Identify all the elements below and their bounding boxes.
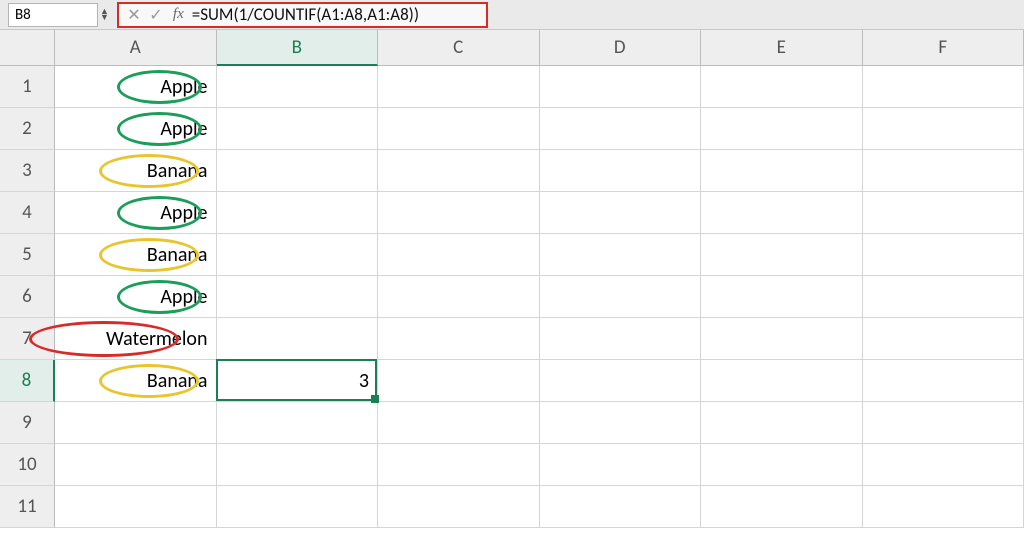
cell-D10[interactable] xyxy=(540,444,702,486)
cell-F2[interactable] xyxy=(863,108,1024,150)
cell-B9[interactable] xyxy=(217,402,379,444)
cell-C4[interactable] xyxy=(378,192,540,234)
cell-D6[interactable] xyxy=(540,276,702,318)
cell-E2[interactable] xyxy=(701,108,863,150)
cell-C9[interactable] xyxy=(378,402,540,444)
cell-E11[interactable] xyxy=(701,486,863,528)
cell-B2[interactable] xyxy=(217,108,379,150)
cell-E3[interactable] xyxy=(701,150,863,192)
cell-F11[interactable] xyxy=(863,486,1024,528)
cell-C10[interactable] xyxy=(378,444,540,486)
fx-icon[interactable]: fx xyxy=(173,6,184,23)
row-header-4[interactable]: 4 xyxy=(0,192,55,234)
cell-E7[interactable] xyxy=(701,318,863,360)
cell-A11[interactable] xyxy=(55,486,217,528)
cell-A6[interactable]: Apple xyxy=(55,276,217,318)
spinner-down-icon[interactable]: ▼ xyxy=(100,15,109,21)
cell-E8[interactable] xyxy=(701,360,863,402)
row-header-6[interactable]: 6 xyxy=(0,276,55,318)
row-header-3[interactable]: 3 xyxy=(0,150,55,192)
row-header-9[interactable]: 9 xyxy=(0,402,55,444)
cell-C6[interactable] xyxy=(378,276,540,318)
formula-bar-highlight: ✕ ✓ fx xyxy=(117,2,488,28)
cell-B1[interactable] xyxy=(217,66,379,108)
cell-D1[interactable] xyxy=(540,66,702,108)
name-box-spinner[interactable]: ▲ ▼ xyxy=(100,9,109,21)
row-header-1[interactable]: 1 xyxy=(0,66,55,108)
name-box-value: B8 xyxy=(15,6,91,24)
cancel-formula-icon[interactable]: ✕ xyxy=(123,5,145,25)
cell-E4[interactable] xyxy=(701,192,863,234)
row-header-7[interactable]: 7 xyxy=(0,318,55,360)
cell-B6[interactable] xyxy=(217,276,379,318)
cell-C2[interactable] xyxy=(378,108,540,150)
cell-A4[interactable]: Apple xyxy=(55,192,217,234)
cell-A1[interactable]: Apple xyxy=(55,66,217,108)
cell-D3[interactable] xyxy=(540,150,702,192)
cell-B8[interactable]: 3 xyxy=(217,360,379,402)
spreadsheet-grid[interactable]: ABCDEF1Apple2Apple3Banana4Apple5Banana6A… xyxy=(0,30,1024,528)
cell-F3[interactable] xyxy=(863,150,1024,192)
cell-A7[interactable]: Watermelon xyxy=(55,318,217,360)
cell-A5[interactable]: Banana xyxy=(55,234,217,276)
cell-C5[interactable] xyxy=(378,234,540,276)
cell-D11[interactable] xyxy=(540,486,702,528)
cell-B7[interactable] xyxy=(217,318,379,360)
cell-D4[interactable] xyxy=(540,192,702,234)
cell-E5[interactable] xyxy=(701,234,863,276)
cell-D9[interactable] xyxy=(540,402,702,444)
select-all-corner[interactable] xyxy=(0,30,55,66)
column-header-E[interactable]: E xyxy=(701,30,863,66)
cell-B3[interactable] xyxy=(217,150,379,192)
cell-C1[interactable] xyxy=(378,66,540,108)
row-header-11[interactable]: 11 xyxy=(0,486,55,528)
formula-bar: B8 ▲ ▼ ✕ ✓ fx xyxy=(0,0,1024,30)
cell-E6[interactable] xyxy=(701,276,863,318)
column-header-A[interactable]: A xyxy=(55,30,217,66)
cell-A9[interactable] xyxy=(55,402,217,444)
cell-C8[interactable] xyxy=(378,360,540,402)
column-header-F[interactable]: F xyxy=(863,30,1024,66)
cell-F8[interactable] xyxy=(863,360,1024,402)
cell-C7[interactable] xyxy=(378,318,540,360)
cell-E1[interactable] xyxy=(701,66,863,108)
column-header-C[interactable]: C xyxy=(378,30,540,66)
enter-formula-icon[interactable]: ✓ xyxy=(145,5,167,25)
cell-A3[interactable]: Banana xyxy=(55,150,217,192)
row-header-5[interactable]: 5 xyxy=(0,234,55,276)
column-header-D[interactable]: D xyxy=(540,30,702,66)
cell-C11[interactable] xyxy=(378,486,540,528)
cell-F4[interactable] xyxy=(863,192,1024,234)
formula-input[interactable] xyxy=(190,3,480,26)
cell-D5[interactable] xyxy=(540,234,702,276)
cell-B5[interactable] xyxy=(217,234,379,276)
row-header-2[interactable]: 2 xyxy=(0,108,55,150)
cell-B4[interactable] xyxy=(217,192,379,234)
cell-D8[interactable] xyxy=(540,360,702,402)
cell-B10[interactable] xyxy=(217,444,379,486)
name-box[interactable]: B8 xyxy=(8,3,98,27)
cell-F1[interactable] xyxy=(863,66,1024,108)
cell-F6[interactable] xyxy=(863,276,1024,318)
cell-D7[interactable] xyxy=(540,318,702,360)
cell-A8[interactable]: Banana xyxy=(55,360,217,402)
column-header-B[interactable]: B xyxy=(217,30,379,66)
cell-E10[interactable] xyxy=(701,444,863,486)
cell-A10[interactable] xyxy=(55,444,217,486)
row-header-10[interactable]: 10 xyxy=(0,444,55,486)
row-header-8[interactable]: 8 xyxy=(0,360,55,402)
cell-F10[interactable] xyxy=(863,444,1024,486)
cell-F5[interactable] xyxy=(863,234,1024,276)
cell-F7[interactable] xyxy=(863,318,1024,360)
cell-B11[interactable] xyxy=(217,486,379,528)
cell-C3[interactable] xyxy=(378,150,540,192)
cell-A2[interactable]: Apple xyxy=(55,108,217,150)
cell-D2[interactable] xyxy=(540,108,702,150)
cell-F9[interactable] xyxy=(863,402,1024,444)
cell-E9[interactable] xyxy=(701,402,863,444)
